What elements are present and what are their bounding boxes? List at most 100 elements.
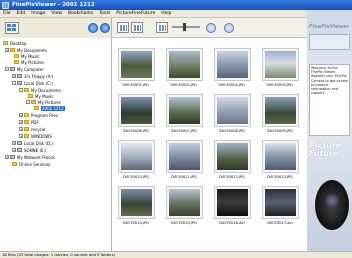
folder-icon: [24, 127, 29, 131]
thumbnail[interactable]: [262, 94, 299, 127]
expand-icon[interactable]: +: [12, 141, 16, 145]
photo-preview: [217, 143, 248, 170]
tree-item-desktop[interactable]: Desktop: [3, 40, 27, 46]
forward-arrow-icon[interactable]: [100, 23, 110, 33]
rotate-icon[interactable]: [206, 23, 216, 33]
folder-view-button[interactable]: [5, 22, 19, 34]
menu-view[interactable]: View: [51, 11, 62, 16]
expand-icon[interactable]: +: [5, 48, 9, 52]
folder-icon: [31, 100, 36, 104]
expand-icon[interactable]: +: [12, 148, 16, 152]
thumbnail[interactable]: [262, 48, 299, 81]
window-title: FinePixViewer - 2001 1212: [12, 2, 95, 8]
status-bar: 18 files (25 total images: 1 movies, 0 s…: [0, 251, 352, 258]
expand-icon[interactable]: +: [19, 127, 23, 131]
tree-item-label: My Music: [35, 93, 54, 99]
collapse-icon[interactable]: -: [5, 67, 9, 71]
refresh-icon[interactable]: [224, 23, 234, 33]
thumbnail[interactable]: [118, 186, 155, 219]
photo-preview: [121, 97, 152, 124]
tree-item-floppy[interactable]: + 3½ Floppy (A:): [12, 73, 53, 79]
thumbnail[interactable]: [118, 48, 155, 81]
thumbnail[interactable]: [214, 94, 251, 127]
tree-item-recycle[interactable]: + recycle: [19, 126, 45, 132]
expand-icon[interactable]: +: [19, 134, 23, 138]
thumbnail[interactable]: [118, 140, 155, 173]
tree-item-my-pictures[interactable]: My Pictures: [14, 59, 44, 65]
desktop-icon: [3, 41, 8, 45]
photo-preview: [265, 51, 296, 78]
thumbnail-caption: DSCF0008.JPG: [219, 129, 245, 133]
menu-image[interactable]: Image: [31, 11, 45, 16]
thumbnail[interactable]: [166, 186, 203, 219]
promo-brand: FinePixViewer: [309, 24, 350, 30]
thumbnail[interactable]: [262, 186, 299, 219]
tree-item-program-files[interactable]: + Program Files: [19, 112, 58, 118]
tree-item-windows[interactable]: + WINDOWS: [19, 133, 52, 139]
tree-item-label: My Pictures: [21, 59, 44, 65]
thumbnail-caption: DSCF0013.JPG: [267, 175, 293, 179]
thumbnail[interactable]: [166, 94, 203, 127]
thumbnail[interactable]: [262, 140, 299, 173]
tree-item-my-computer[interactable]: - My Computer: [5, 66, 44, 72]
tree-item-local-disk-d[interactable]: + Local Disk (D:): [12, 140, 53, 146]
thumbnail[interactable]: [118, 94, 155, 127]
app-icon: [2, 1, 9, 9]
photo-preview: [121, 51, 152, 78]
tree-item-local-disk-c[interactable]: - Local Disk (C:): [12, 80, 53, 86]
tree-item-sonne-e[interactable]: + SONNE (E:): [12, 147, 46, 153]
tree-item-label: Local Disk (D:): [24, 140, 54, 146]
tree-item-pdf[interactable]: + PDF: [19, 119, 39, 125]
thumbnail[interactable]: [166, 140, 203, 173]
collapse-icon[interactable]: -: [12, 81, 16, 85]
expand-icon[interactable]: +: [19, 120, 23, 124]
tree-item-online-services[interactable]: Online Services: [12, 161, 50, 167]
promo-banner[interactable]: [309, 34, 350, 50]
tree-item-label: recycle: [31, 126, 46, 132]
menu-help[interactable]: Help: [161, 11, 171, 16]
thumbnail-view-button[interactable]: [117, 22, 129, 33]
menu-file[interactable]: File: [3, 11, 11, 16]
expand-icon[interactable]: +: [5, 155, 9, 159]
promo-tagline-line2: Future: [309, 149, 339, 158]
folder-toolbar: [0, 18, 112, 38]
menu-bookmarks[interactable]: Bookmarks: [68, 11, 93, 16]
collapse-icon[interactable]: -: [26, 100, 30, 104]
tree-item-label: My Network Places: [17, 154, 55, 160]
menu-picturefinefuture[interactable]: PictureFineFuture: [116, 11, 155, 16]
thumbnail[interactable]: [214, 48, 251, 81]
thumbnail[interactable]: [214, 186, 251, 219]
thumbnail-caption: DSCF0014.JPG: [123, 221, 149, 225]
thumbnail-caption: DSCF0007.JPG: [171, 129, 197, 133]
tree-item-label: My Documents: [17, 47, 47, 53]
menu-tools[interactable]: Tools: [99, 11, 110, 16]
thumbnail-caption: DSCF0009.JPG: [267, 129, 293, 133]
thumbnail-grid: DSCF0001.JPG DSCF0002.JPG DSCF0004.JPG D…: [112, 38, 307, 251]
promo-panel: FinePixViewer Welcome to the FinePix Vie…: [307, 10, 352, 251]
folder-icon: [14, 60, 19, 64]
thumbnail[interactable]: [214, 140, 251, 173]
collapse-icon[interactable]: -: [19, 88, 23, 92]
online-services-icon: [12, 162, 17, 166]
slider-knob[interactable]: [183, 23, 186, 31]
thumbnail-caption: DSCF0011.JPG: [171, 175, 197, 179]
tree-item-my-network-places[interactable]: + My Network Places: [5, 154, 55, 160]
folder-icon: [24, 120, 29, 124]
thumbnail[interactable]: [166, 48, 203, 81]
photo-preview: [169, 51, 200, 78]
photo-preview: [265, 143, 296, 170]
window-titlebar[interactable]: FinePixViewer - 2001 1212: [0, 0, 352, 10]
thumbnail-size-slider[interactable]: [172, 26, 200, 28]
expand-icon[interactable]: +: [19, 113, 23, 117]
tree-item-label: My Pictures: [38, 99, 61, 105]
computer-icon: [10, 67, 15, 71]
tree-item-2001-1212[interactable]: 2001 1212: [34, 105, 65, 111]
thumbnail-caption: DSCF0001.JPG: [123, 83, 149, 87]
list-view-button[interactable]: [131, 22, 143, 33]
menu-edit[interactable]: Edit: [17, 11, 26, 16]
tree-item-label: My Documents: [31, 87, 61, 93]
folder-icon: [24, 88, 29, 92]
expand-icon[interactable]: +: [12, 74, 16, 78]
sort-button[interactable]: [156, 22, 168, 33]
back-arrow-icon[interactable]: [88, 23, 98, 33]
